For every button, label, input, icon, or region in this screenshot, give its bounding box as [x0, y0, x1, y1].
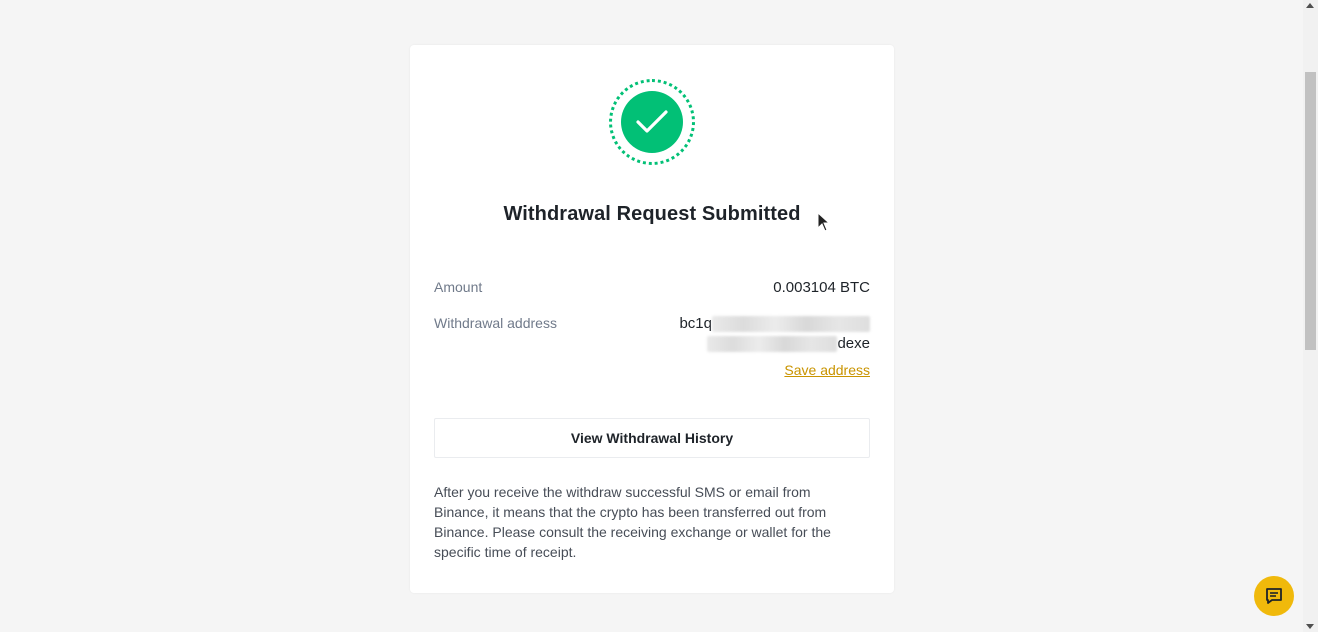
- withdrawal-note: After you receive the withdraw successfu…: [434, 484, 831, 560]
- address-row: Withdrawal address bc1q dexe: [434, 315, 870, 357]
- address-label: Withdrawal address: [434, 315, 557, 331]
- page-viewport: Withdrawal Request Submitted Amount 0.00…: [0, 0, 1303, 632]
- scrollbar-thumb[interactable]: [1305, 72, 1316, 350]
- scroll-up-arrow-icon[interactable]: [1306, 3, 1314, 8]
- address-line-2: dexe: [679, 334, 870, 354]
- withdrawal-result-card: Withdrawal Request Submitted Amount 0.00…: [410, 45, 894, 593]
- amount-label: Amount: [434, 279, 483, 295]
- amount-value: 0.003104 BTC: [773, 279, 870, 296]
- address-suffix: dexe: [837, 335, 870, 352]
- chat-icon: [1266, 588, 1282, 604]
- address-redacted-2: [707, 336, 838, 353]
- view-withdrawal-history-button[interactable]: View Withdrawal History: [434, 418, 870, 458]
- checkmark-icon: [621, 91, 683, 153]
- vertical-scrollbar[interactable]: [1303, 0, 1318, 632]
- address-line-1: bc1q: [679, 314, 870, 334]
- mouse-cursor-icon: [817, 212, 831, 232]
- scroll-down-arrow-icon[interactable]: [1306, 624, 1314, 629]
- address-value: bc1q dexe: [679, 314, 870, 354]
- save-address-link[interactable]: Save address: [784, 362, 870, 378]
- amount-row: Amount 0.003104 BTC: [434, 279, 870, 301]
- chat-support-button[interactable]: [1254, 576, 1294, 616]
- success-badge: [609, 79, 695, 165]
- address-redacted-1: [712, 316, 870, 333]
- address-prefix: bc1q: [679, 315, 712, 332]
